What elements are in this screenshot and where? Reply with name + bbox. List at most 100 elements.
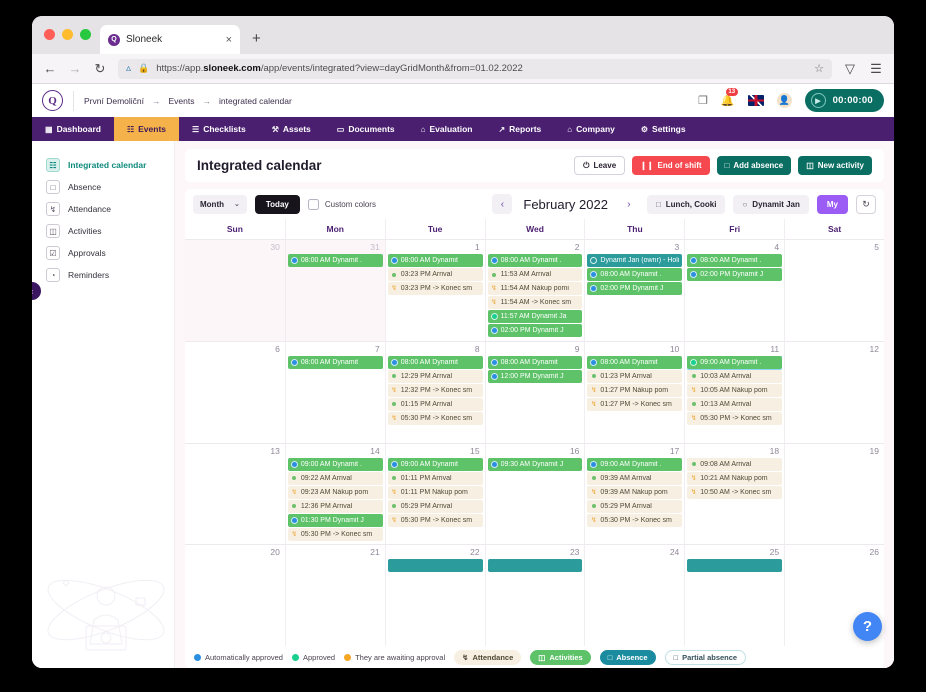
address-bar[interactable]: ▵ 🔒 https://app.sloneek.com/app/events/i… (118, 58, 832, 79)
breadcrumb-item-company[interactable]: První Demoliční (84, 96, 144, 106)
view-select[interactable]: Month ⌄ (193, 194, 247, 214)
legend-pill-activities[interactable]: ◫ Activities (530, 649, 591, 665)
legend-pill-attendance[interactable]: ↯ Attendance (454, 649, 522, 665)
calendar-event[interactable] (687, 559, 783, 573)
calendar-event[interactable]: 01:23 PM Arrival (587, 369, 683, 383)
calendar-event[interactable]: 01:11 PM Arrival (387, 471, 483, 485)
calendar-day-cell[interactable]: 16 09:30 AM Dynamit J (484, 442, 585, 545)
calendar-event[interactable]: ↯ 09:23 AM Nákup pom (287, 485, 383, 499)
new-activity-button[interactable]: ◫ New activity (798, 156, 872, 175)
nav-item-dashboard[interactable]: ▦ Dashboard (32, 117, 114, 141)
maximize-window-button[interactable] (80, 29, 91, 40)
calendar-event[interactable]: ↯ 01:11 PM Nákup pom (387, 485, 483, 499)
avatar[interactable]: 👤 (776, 93, 792, 108)
sidebar-item-absence[interactable]: □ Absence (44, 177, 174, 197)
calendar-event[interactable]: 08:00 AM Dynamit (387, 355, 483, 369)
nav-item-evaluation[interactable]: ⌂ Evaluation (408, 117, 486, 141)
calendar-day-cell[interactable]: 25 (684, 544, 785, 646)
calendar-event[interactable]: ↯ 12:32 PM -> Konec sm (387, 383, 483, 397)
nav-item-documents[interactable]: ▭ Documents (324, 117, 408, 141)
filter-pill-activity[interactable]: □ Lunch, Cooki (646, 194, 726, 214)
calendar-event[interactable]: 02:00 PM Dynamit J (687, 268, 783, 281)
nav-item-company[interactable]: ⌂ Company (554, 117, 628, 141)
calendar-day-cell[interactable]: 2 08:00 AM Dynamit . 11:53 AM Arrival ↯ 11:5… (484, 239, 585, 341)
calendar-event[interactable]: 09:00 AM Dynamit . (587, 457, 683, 471)
calendar-event[interactable]: ↯ 11:54 AM Nákup pomi (487, 282, 583, 295)
back-icon[interactable]: ← (43, 61, 57, 76)
nav-item-events[interactable]: ☷ Events (113, 117, 180, 141)
browser-menu-icon[interactable]: ☰ (869, 61, 883, 77)
calendar-event[interactable]: ↯ 10:05 AM Nákup pom (687, 383, 783, 397)
calendar-event[interactable]: 11:53 AM Arrival (487, 268, 583, 281)
nav-item-settings[interactable]: ⚙ Settings (628, 117, 699, 141)
calendar-event[interactable]: 12:29 PM Arrival (387, 369, 483, 383)
calendar-event[interactable]: ↯ 03:23 PM -> Konec sm (387, 282, 483, 295)
calendar-event[interactable]: 11:57 AM Dynamit Ja (487, 310, 583, 323)
calendar-day-cell[interactable]: 19 (784, 442, 884, 545)
chat-icon[interactable]: ❐ (698, 94, 708, 107)
legend-pill-partial-absence[interactable]: □ Partial absence (664, 649, 747, 665)
end-of-shift-button[interactable]: ❙❙ End of shift (632, 156, 710, 175)
calendar-event[interactable]: 10:03 AM Arrival (687, 369, 783, 383)
new-tab-button[interactable]: + (252, 30, 261, 47)
calendar-event[interactable]: 10:13 AM Arrival (687, 397, 783, 411)
calendar-event[interactable]: 08:00 AM Dynamit (587, 355, 683, 369)
calendar-day-cell[interactable]: 6 (185, 340, 285, 443)
calendar-event[interactable]: 08:00 AM Dynamit . (687, 254, 783, 267)
notifications-bell-icon[interactable]: 🔔 13 (721, 88, 738, 107)
nav-item-assets[interactable]: ⚒ Assets (259, 117, 324, 141)
calendar-day-cell[interactable]: 10 08:00 AM Dynamit 01:23 PM Arrival ↯ 01:27… (584, 340, 685, 443)
forward-icon[interactable]: → (68, 61, 82, 76)
calendar-day-cell[interactable]: 7 08:00 AM Dynamit (284, 340, 385, 443)
calendar-day-cell[interactable]: 8 08:00 AM Dynamit 12:29 PM Arrival ↯ 12:32 … (384, 340, 485, 443)
next-month-button[interactable]: › (619, 194, 639, 214)
calendar-event[interactable]: 05:29 PM Arrival (587, 499, 683, 513)
calendar-day-cell[interactable]: 4 08:00 AM Dynamit . 02:00 PM Dynamit J (684, 239, 785, 341)
calendar-event[interactable]: 12:00 PM Dynamit J (487, 369, 583, 383)
language-flag-icon[interactable] (747, 95, 764, 106)
calendar-day-cell[interactable]: 5 (784, 239, 884, 341)
calendar-event[interactable]: ↯ 05:30 PM -> Konec sm (587, 513, 683, 527)
close-window-button[interactable] (44, 29, 55, 40)
calendar-event[interactable]: ↯ 05:30 PM -> Konec sm (687, 411, 783, 425)
close-icon[interactable]: × (226, 34, 232, 46)
nav-item-checklists[interactable]: ☰ Checklists (179, 117, 259, 141)
calendar-event[interactable]: 01:30 PM Dynamit J (287, 513, 383, 527)
calendar-event[interactable]: 09:39 AM Arrival (587, 471, 683, 485)
calendar-day-cell[interactable]: 31 08:00 AM Dynamit . (284, 239, 385, 341)
calendar-day-cell[interactable]: 13 (185, 442, 285, 545)
calendar-event[interactable]: Dynamit Jan (ownr) - Holiday (587, 254, 683, 267)
refresh-button[interactable]: ↻ (856, 194, 876, 214)
minimize-window-button[interactable] (62, 29, 73, 40)
calendar-event[interactable]: 09:08 AM Arrival (687, 457, 783, 471)
my-filter-button[interactable]: My (816, 194, 848, 214)
calendar-day-cell[interactable]: 3 Dynamit Jan (ownr) - Holiday 08:00 AM Dy… (584, 239, 685, 341)
calendar-event[interactable]: ↯ 01:27 PM -> Konec sm (587, 397, 683, 411)
shift-timer-button[interactable]: ▶ 00:00:00 (804, 89, 884, 112)
bookmark-star-icon[interactable]: ☆ (814, 62, 824, 75)
calendar-day-cell[interactable]: 23 (484, 544, 585, 646)
calendar-event[interactable]: 08:00 AM Dynamit . (487, 254, 583, 267)
calendar-event[interactable]: ↯ 05:30 PM -> Konec sm (387, 513, 483, 527)
sidebar-item-attendance[interactable]: ↯ Attendance (44, 199, 174, 219)
calendar-event[interactable]: 08:00 AM Dynamit . (587, 268, 683, 281)
breadcrumb-item-events[interactable]: Events (169, 96, 195, 106)
calendar-day-cell[interactable]: 22 (384, 544, 485, 646)
prev-month-button[interactable]: ‹ (492, 194, 513, 214)
calendar-event[interactable] (387, 559, 483, 573)
calendar-event[interactable]: 09:22 AM Arrival (287, 471, 383, 485)
help-button[interactable]: ? (853, 612, 882, 641)
custom-colors-toggle[interactable]: Custom colors (307, 198, 376, 210)
calendar-event[interactable]: ↯ 05:30 PM -> Konec sm (387, 411, 483, 425)
calendar-event[interactable] (487, 559, 583, 573)
calendar-day-cell[interactable]: 17 09:00 AM Dynamit . 09:39 AM Arrival ↯ 09:… (584, 442, 685, 545)
calendar-day-cell[interactable]: 1 08:00 AM Dynamit 03:23 PM Arrival ↯ 03:23 … (384, 239, 485, 341)
calendar-day-cell[interactable]: 18 09:08 AM Arrival ↯ 10:21 AM Nákup pom ↯ 10… (684, 442, 785, 545)
browser-tab[interactable]: Q Sloneek × (100, 25, 240, 54)
calendar-event[interactable]: 08:00 AM Dynamit (387, 254, 483, 267)
calendar-day-cell[interactable]: 30 (185, 239, 285, 341)
calendar-event[interactable]: 05:29 PM Arrival (387, 499, 483, 513)
calendar-day-cell[interactable]: 24 (584, 544, 685, 646)
sidebar-item-reminders[interactable]: ◔ Reminders (44, 265, 174, 285)
calendar-event[interactable]: 08:00 AM Dynamit (487, 355, 583, 369)
